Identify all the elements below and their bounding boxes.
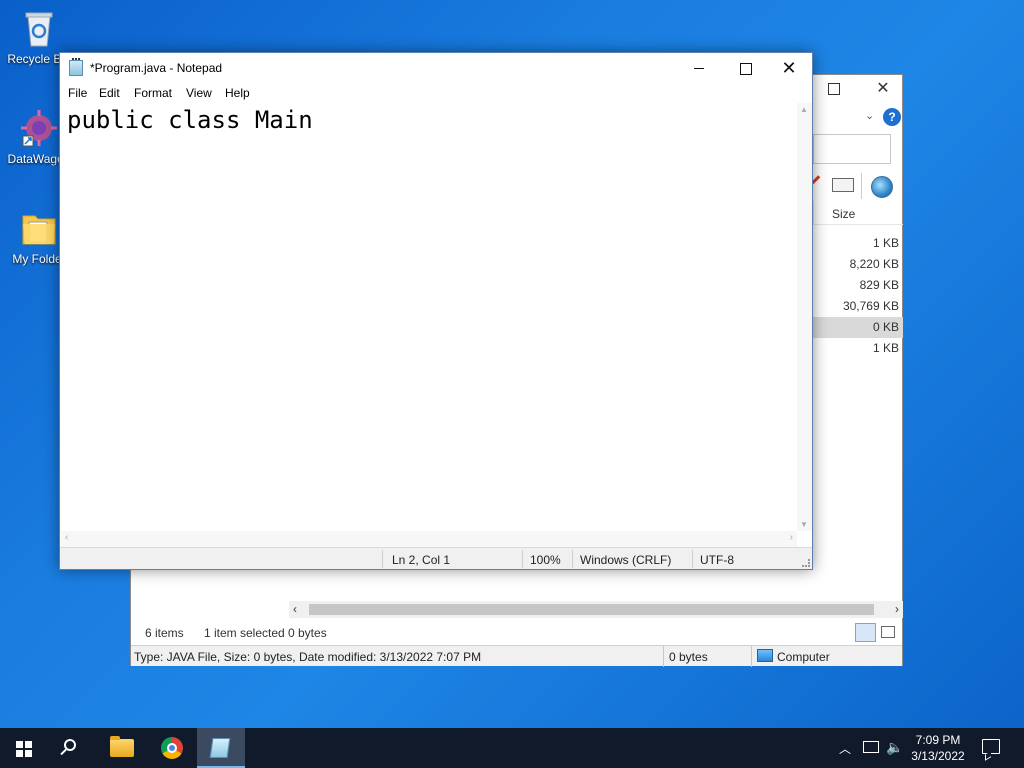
notification-icon[interactable] — [982, 739, 1000, 754]
email-icon[interactable] — [832, 178, 854, 192]
list-item-selected[interactable]: 0 KB — [813, 317, 903, 338]
horizontal-scrollbar[interactable]: ‹ › — [61, 531, 797, 547]
details-bar: Type: JAVA File, Size: 0 bytes, Date mod… — [131, 645, 902, 667]
recycle-bin-icon — [19, 8, 59, 48]
close-button[interactable]: ✕ — [766, 53, 812, 83]
globe-icon[interactable] — [871, 176, 893, 198]
menu-view[interactable]: View — [186, 86, 212, 100]
list-item[interactable]: 30,769 KB — [813, 296, 903, 317]
list-item[interactable]: 1 KB — [813, 338, 903, 359]
search-button[interactable] — [48, 728, 96, 768]
menu-bar: File Edit Format View Help — [60, 83, 812, 103]
file-explorer-icon — [110, 736, 134, 757]
network-icon[interactable] — [863, 741, 879, 753]
help-icon[interactable]: ? — [883, 108, 901, 126]
menu-help[interactable]: Help — [225, 86, 250, 100]
details-view-icon[interactable] — [855, 623, 876, 642]
start-icon — [16, 741, 32, 757]
toolbar-divider — [861, 173, 862, 199]
chrome-icon — [161, 737, 183, 759]
file-list: 1 KB 8,220 KB 829 KB 30,769 KB 0 KB 1 KB — [813, 233, 903, 359]
show-hidden-icons-icon[interactable]: ︿ — [839, 740, 851, 757]
encoding: UTF-8 — [700, 553, 734, 567]
list-item[interactable]: 8,220 KB — [813, 254, 903, 275]
start-button[interactable] — [0, 728, 48, 768]
folder-icon — [19, 208, 59, 248]
maximize-icon[interactable] — [828, 83, 840, 95]
status-divider — [692, 550, 693, 568]
list-item[interactable]: 1 KB — [813, 233, 903, 254]
status-bar: Ln 2, Col 1 100% Windows (CRLF) UTF-8 — [60, 547, 812, 569]
file-info: Type: JAVA File, Size: 0 bytes, Date mod… — [134, 650, 482, 664]
status-divider — [751, 646, 752, 667]
notepad-icon — [69, 58, 83, 76]
large-icons-view-icon[interactable] — [881, 626, 895, 638]
menu-edit[interactable]: Edit — [99, 86, 120, 100]
column-header-size[interactable]: Size — [813, 201, 903, 225]
clock[interactable]: 7:09 PM 3/13/2022 — [906, 732, 970, 764]
menu-format[interactable]: Format — [134, 86, 172, 100]
notepad-icon — [209, 738, 231, 758]
search-box[interactable] — [813, 134, 891, 164]
scrollbar-thumb[interactable] — [309, 604, 874, 615]
window-title: *Program.java - Notepad — [90, 61, 223, 75]
selection-count: 1 item selected — [204, 626, 285, 640]
chevron-down-icon[interactable]: ⌄ — [865, 109, 874, 122]
scroll-down-icon[interactable]: ▼ — [800, 520, 808, 529]
clock-date: 3/13/2022 — [911, 749, 965, 763]
taskbar-notepad[interactable] — [197, 728, 245, 768]
minimize-button[interactable] — [676, 53, 722, 83]
scroll-right-icon[interactable]: › — [790, 532, 793, 543]
list-item[interactable]: 829 KB — [813, 275, 903, 296]
taskbar-file-explorer[interactable] — [98, 728, 146, 768]
status-divider — [572, 550, 573, 568]
clock-time: 7:09 PM — [915, 733, 961, 747]
menu-file[interactable]: File — [68, 86, 87, 100]
search-icon — [64, 739, 76, 751]
file-bytes: 0 bytes — [669, 650, 708, 664]
scroll-left-icon[interactable]: ‹ — [65, 532, 68, 543]
status-divider — [663, 646, 664, 667]
taskbar: ︿ 🔈 7:09 PM 3/13/2022 — [0, 728, 1024, 768]
scroll-right-icon[interactable]: › — [895, 602, 899, 616]
title-bar[interactable]: *Program.java - Notepad ✕ — [60, 53, 812, 83]
explorer-status-bar: 6 items 1 item selected 0 bytes — [131, 622, 902, 644]
volume-icon[interactable]: 🔈 — [886, 739, 903, 756]
taskbar-chrome[interactable] — [148, 728, 196, 768]
scroll-up-icon[interactable]: ▲ — [800, 105, 808, 114]
zoom-level: 100% — [530, 553, 561, 567]
status-divider — [382, 550, 383, 568]
item-count: 6 items — [145, 626, 184, 640]
notepad-window[interactable]: *Program.java - Notepad ✕ File Edit Form… — [59, 52, 813, 570]
computer-icon — [757, 649, 773, 662]
resize-grip[interactable] — [802, 559, 810, 567]
close-icon[interactable]: ✕ — [873, 81, 893, 97]
datawagon-icon — [19, 108, 59, 148]
selection-size: 0 bytes — [288, 626, 327, 640]
text-editor[interactable]: public class Main — [61, 103, 797, 531]
column-header-label: Size — [832, 207, 856, 221]
horizontal-scrollbar[interactable]: ‹ › — [289, 601, 903, 618]
vertical-scrollbar[interactable]: ▲ ▼ — [797, 103, 812, 531]
maximize-button[interactable] — [722, 53, 768, 83]
location-label: Computer — [777, 650, 830, 664]
scroll-left-icon[interactable]: ‹ — [293, 602, 297, 616]
status-divider — [522, 550, 523, 568]
line-endings: Windows (CRLF) — [580, 553, 672, 567]
cursor-position: Ln 2, Col 1 — [392, 553, 451, 567]
